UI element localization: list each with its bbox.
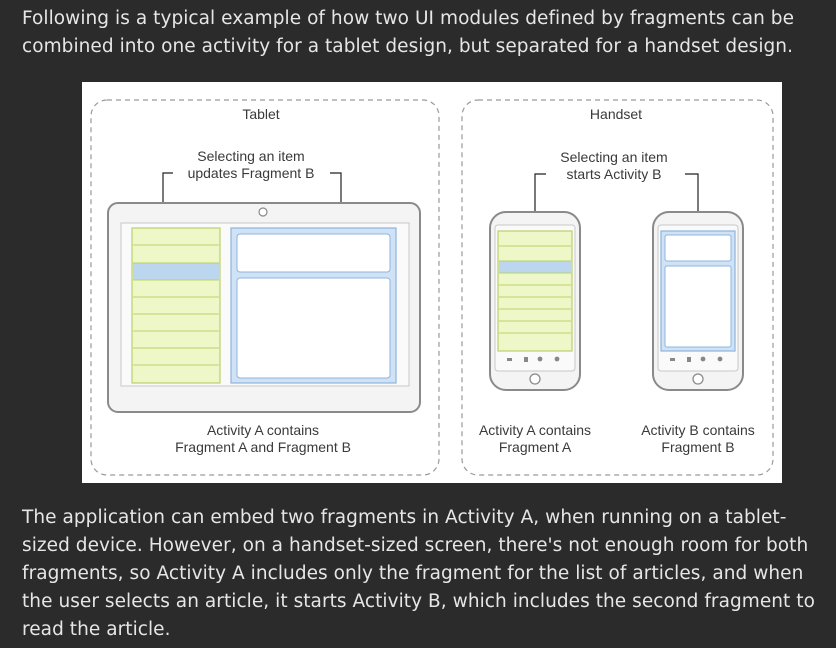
phone-a-selected-item xyxy=(499,261,571,273)
tablet-title: Tablet xyxy=(242,106,279,122)
tablet-selected-item xyxy=(133,263,219,280)
handset-title: Handset xyxy=(590,106,642,122)
explanation-paragraph: The application can embed two fragments … xyxy=(22,507,815,640)
tablet-camera-icon xyxy=(258,207,268,217)
phone-b-fragment-b-pane xyxy=(660,230,736,352)
tablet-callout-line2: updates Fragment B xyxy=(188,165,315,181)
phone-a-caption-line1: Activity A contains xyxy=(479,422,591,438)
fragments-diagram: Tablet Selecting an item updates Fragmen… xyxy=(82,82,782,483)
phone-a-caption-line2: Fragment A xyxy=(499,439,572,455)
phone-a-trackball-icon xyxy=(529,373,541,385)
intro-paragraph: Following is a typical example of how tw… xyxy=(22,8,795,57)
phone-a-device xyxy=(489,211,581,391)
phone-b-trackball-icon xyxy=(692,373,704,385)
phone-b-device xyxy=(652,211,744,391)
phone-b-caption-line2: Fragment B xyxy=(661,439,734,455)
handset-callout-line1: Selecting an item xyxy=(560,149,667,165)
tablet-callout-line1: Selecting an item xyxy=(197,148,304,164)
tablet-caption-line1: Activity A contains xyxy=(207,422,319,438)
phone-b-caption-line1: Activity B contains xyxy=(641,422,755,438)
handset-callout-line2: starts Activity B xyxy=(567,166,662,182)
tablet-device xyxy=(107,202,421,413)
tablet-caption-line2: Fragment A and Fragment B xyxy=(175,439,351,455)
tablet-fragment-a-list xyxy=(131,227,221,384)
tablet-fragment-b-pane xyxy=(230,227,397,384)
phone-a-fragment-a-list xyxy=(497,230,573,352)
